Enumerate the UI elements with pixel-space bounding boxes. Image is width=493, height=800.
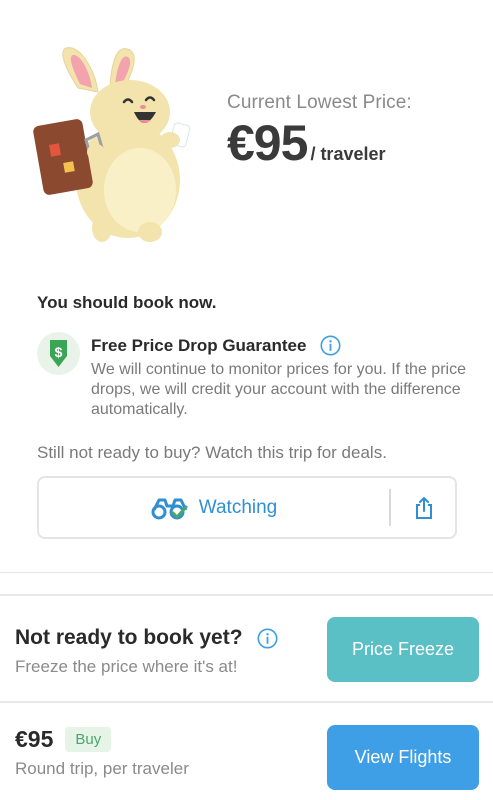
guarantee-title: Free Price Drop Guarantee: [91, 335, 307, 355]
guarantee-description: We will continue to monitor prices for y…: [91, 361, 466, 418]
freeze-subtitle: Freeze the price where it's at!: [15, 657, 238, 676]
divider: [0, 572, 493, 573]
price-row: €95 / traveler: [227, 118, 412, 168]
binoculars-check-icon: [151, 498, 188, 519]
watch-prompt: Still not ready to buy? Watch this trip …: [37, 443, 387, 462]
book-subtitle: Round trip, per traveler: [15, 759, 189, 778]
price-caption: Current Lowest Price:: [227, 92, 412, 113]
hero-section: Current Lowest Price: €95 / traveler: [0, 0, 493, 260]
freeze-title-row: Not ready to book yet?: [15, 626, 278, 650]
current-price-block: Current Lowest Price: €95 / traveler: [227, 92, 412, 168]
watch-trip-control: Watching: [37, 476, 457, 539]
share-icon: [416, 496, 432, 519]
buy-badge: Buy: [65, 727, 112, 752]
price-freeze-section: Not ready to book yet? Freeze the price …: [0, 596, 493, 701]
svg-text:$: $: [55, 344, 63, 360]
book-price-row: €95 Buy: [15, 726, 112, 753]
freeze-title: Not ready to book yet?: [15, 626, 243, 649]
price-freeze-button[interactable]: Price Freeze: [327, 617, 479, 682]
price-unit: / traveler: [310, 144, 386, 164]
book-flights-section: €95 Buy Round trip, per traveler View Fl…: [0, 703, 493, 800]
bunny-with-suitcase-illustration: [33, 47, 191, 242]
info-icon[interactable]: [320, 335, 341, 356]
booking-advice: You should book now.: [37, 293, 217, 312]
info-icon[interactable]: [257, 628, 278, 649]
guarantee-title-row: Free Price Drop Guarantee: [91, 335, 341, 356]
watching-label: Watching: [198, 496, 278, 518]
share-button[interactable]: [391, 478, 457, 537]
current-price: €95: [227, 115, 308, 171]
view-flights-button[interactable]: View Flights: [327, 725, 479, 790]
watching-button[interactable]: Watching: [39, 478, 389, 537]
book-price: €95: [15, 726, 54, 752]
shield-dollar-icon: $: [37, 332, 80, 375]
